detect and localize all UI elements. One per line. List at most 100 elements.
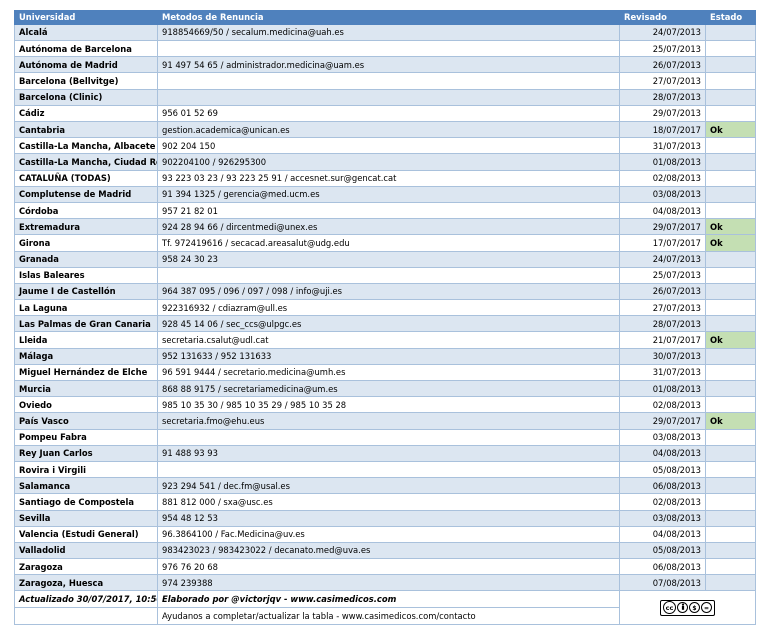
reviewed-date-cell: 06/08/2013 bbox=[619, 558, 706, 576]
table-row: Pompeu Fabra 03/08/2013 bbox=[14, 428, 756, 446]
method-cell: 985 10 35 30 / 985 10 35 29 / 985 10 35 … bbox=[157, 396, 620, 414]
university-cell: Rey Juan Carlos bbox=[14, 444, 158, 462]
table-row: Autónoma de Barcelona 25/07/2013 bbox=[14, 40, 756, 58]
university-cell: Alcalá bbox=[14, 23, 158, 42]
method-cell bbox=[157, 428, 620, 446]
reviewed-date-cell: 04/08/2013 bbox=[619, 525, 706, 543]
table-row: Cantabria gestion.academica@unican.es 18/0… bbox=[14, 121, 756, 139]
status-cell bbox=[705, 509, 756, 527]
table-row: Zaragoza, Huesca 974 239388 07/08/2013 bbox=[14, 574, 756, 592]
reviewed-date-cell: 31/07/2013 bbox=[619, 137, 706, 155]
status-cell bbox=[705, 201, 756, 220]
status-cell bbox=[705, 477, 756, 495]
table-body: Alcalá 918854669/50 / secalum.medicina@ua… bbox=[14, 23, 756, 592]
method-cell bbox=[157, 266, 620, 284]
table-row: Barcelona (Clinic) 28/07/2013 bbox=[14, 88, 756, 106]
help-note: Ayudanos a completar/actualizar la tabla… bbox=[157, 607, 620, 625]
reviewed-date-cell: 27/07/2013 bbox=[619, 299, 706, 317]
status-cell bbox=[705, 428, 756, 446]
university-cell: Córdoba bbox=[14, 201, 158, 220]
table-row: Córdoba 957 21 82 01 04/08/2013 bbox=[14, 201, 756, 220]
table-row: Jaume I de Castellón 964 387 095 / 096 / … bbox=[14, 282, 756, 301]
reviewed-date-cell: 25/07/2013 bbox=[619, 266, 706, 284]
status-cell: Ok bbox=[705, 218, 756, 236]
status-cell bbox=[705, 396, 756, 414]
status-cell bbox=[705, 347, 756, 365]
method-cell: 91 488 93 93 bbox=[157, 444, 620, 462]
university-cell: Girona bbox=[14, 234, 158, 252]
university-cell: Santiago de Compostela bbox=[14, 493, 158, 511]
table-row: Málaga 952 131633 / 952 131633 30/07/2013 bbox=[14, 347, 756, 365]
status-cell: Ok bbox=[705, 331, 756, 349]
updated-note: Actualizado 30/07/2017, 10:50 bbox=[14, 590, 158, 609]
reviewed-date-cell: 03/08/2013 bbox=[619, 428, 706, 446]
status-cell bbox=[705, 363, 756, 382]
table-row: Granada 958 24 30 23 24/07/2013 bbox=[14, 250, 756, 268]
reviewed-date-cell: 06/08/2013 bbox=[619, 477, 706, 495]
university-cell: La Laguna bbox=[14, 299, 158, 317]
method-cell: gestion.academica@unican.es bbox=[157, 121, 620, 139]
status-cell bbox=[705, 169, 756, 187]
noderivatives-icon: = bbox=[701, 602, 712, 614]
university-cell: Lleida bbox=[14, 331, 158, 349]
reviewed-date-cell: 03/08/2013 bbox=[619, 185, 706, 203]
status-cell bbox=[705, 266, 756, 284]
university-cell: Málaga bbox=[14, 347, 158, 365]
method-cell: 974 239388 bbox=[157, 574, 620, 592]
status-cell bbox=[705, 104, 756, 123]
method-cell: Tf. 972419616 / secacad.areasalut@udg.ed… bbox=[157, 234, 620, 252]
table-footer: Actualizado 30/07/2017, 10:50 Elaborado … bbox=[14, 590, 756, 625]
method-cell bbox=[157, 460, 620, 479]
universities-table: Universidad Metodos de Renuncia Revisado… bbox=[14, 10, 756, 625]
method-cell: 928 45 14 06 / sec_ccs@ulpgc.es bbox=[157, 315, 620, 333]
method-cell: 964 387 095 / 096 / 097 / 098 / info@uji… bbox=[157, 282, 620, 301]
reviewed-date-cell: 05/08/2013 bbox=[619, 541, 706, 560]
table-row: Extremadura 924 28 94 66 / dircentmedi@un… bbox=[14, 218, 756, 236]
col-header-estado: Estado bbox=[705, 10, 756, 25]
reviewed-date-cell: 21/07/2017 bbox=[619, 331, 706, 349]
method-cell: 956 01 52 69 bbox=[157, 104, 620, 123]
university-cell: Castilla-La Mancha, Ciudad Real bbox=[14, 153, 158, 171]
university-cell: Valladolid bbox=[14, 541, 158, 560]
reviewed-date-cell: 26/07/2013 bbox=[619, 56, 706, 74]
footer-row-1: Actualizado 30/07/2017, 10:50 Elaborado … bbox=[14, 590, 756, 625]
method-cell: 96 591 9444 / secretario.medicina@umh.es bbox=[157, 363, 620, 382]
status-cell bbox=[705, 444, 756, 462]
method-cell: 902 204 150 bbox=[157, 137, 620, 155]
reviewed-date-cell: 24/07/2013 bbox=[619, 23, 706, 42]
university-cell: Valencia (Estudi General) bbox=[14, 525, 158, 543]
status-cell bbox=[705, 525, 756, 543]
table-row: Autónoma de Madrid 91 497 54 65 / adminis… bbox=[14, 56, 756, 74]
reviewed-date-cell: 02/08/2013 bbox=[619, 396, 706, 414]
university-cell: Pompeu Fabra bbox=[14, 428, 158, 446]
status-cell: Ok bbox=[705, 412, 756, 430]
reviewed-date-cell: 26/07/2013 bbox=[619, 282, 706, 301]
university-cell: Barcelona (Clinic) bbox=[14, 88, 158, 106]
method-cell: 976 76 20 68 bbox=[157, 558, 620, 576]
reviewed-date-cell: 30/07/2013 bbox=[619, 347, 706, 365]
university-cell: Zaragoza, Huesca bbox=[14, 574, 158, 592]
table-row: Murcia 868 88 9175 / secretariamedicina@u… bbox=[14, 380, 756, 398]
table-row: Complutense de Madrid 91 394 1325 / geren… bbox=[14, 185, 756, 203]
table-row: Zaragoza 976 76 20 68 06/08/2013 bbox=[14, 558, 756, 576]
table-row: La Laguna 922316932 / cdiazram@ull.es 27/0… bbox=[14, 299, 756, 317]
table-row: Alcalá 918854669/50 / secalum.medicina@ua… bbox=[14, 23, 756, 42]
reviewed-date-cell: 07/08/2013 bbox=[619, 574, 706, 592]
university-cell: País Vasco bbox=[14, 412, 158, 430]
status-cell bbox=[705, 493, 756, 511]
reviewed-date-cell: 05/08/2013 bbox=[619, 460, 706, 479]
method-cell: 954 48 12 53 bbox=[157, 509, 620, 527]
credit-note: Elaborado por @victorjqv - www.casimedic… bbox=[157, 590, 620, 609]
reviewed-date-cell: 01/08/2013 bbox=[619, 153, 706, 171]
col-header-metodos: Metodos de Renuncia bbox=[157, 10, 620, 25]
status-cell bbox=[705, 282, 756, 301]
footer-empty-cell bbox=[14, 607, 158, 625]
method-cell: 91 394 1325 / gerencia@med.ucm.es bbox=[157, 185, 620, 203]
table-row: Salamanca 923 294 541 / dec.fm@usal.es 06/… bbox=[14, 477, 756, 495]
attribution-icon bbox=[677, 602, 688, 614]
table-row: País Vasco secretaria.fmo@ehu.eus 29/07/20… bbox=[14, 412, 756, 430]
method-cell bbox=[157, 72, 620, 90]
reviewed-date-cell: 27/07/2013 bbox=[619, 72, 706, 90]
header-row: Universidad Metodos de Renuncia Revisado… bbox=[14, 10, 756, 25]
university-cell: Jaume I de Castellón bbox=[14, 282, 158, 301]
